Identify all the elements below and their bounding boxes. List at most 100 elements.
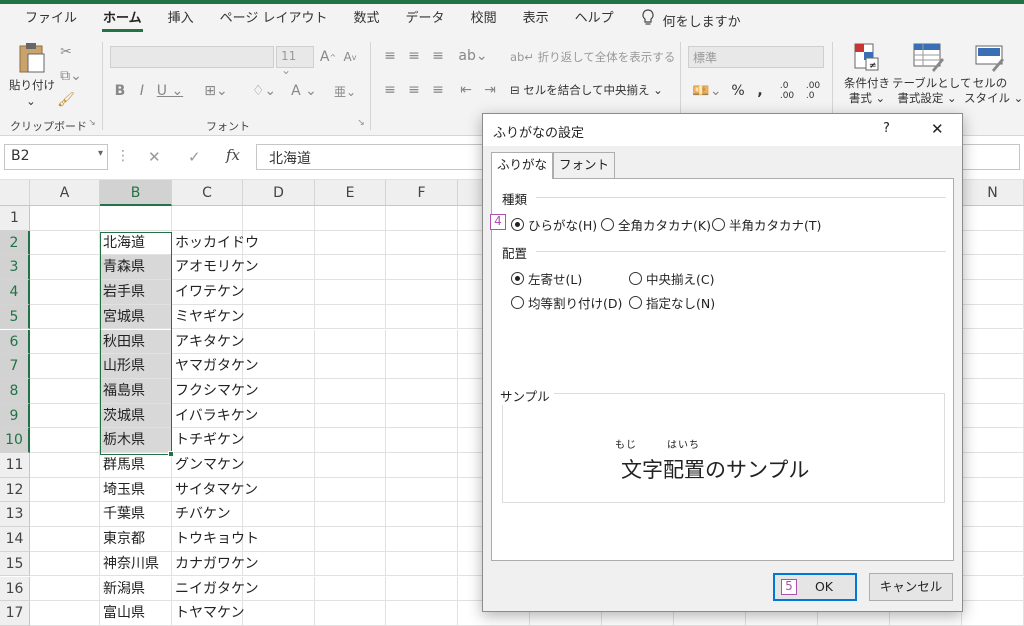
cell-reading[interactable]: フクシマケン	[172, 378, 259, 404]
radio-halfwidth-katakana[interactable]: 半角カタカナ(T)	[712, 215, 821, 234]
cell-prefecture[interactable]: 栃木県	[100, 428, 172, 453]
cell[interactable]	[315, 304, 386, 330]
top-align-icon[interactable]: ≡	[380, 46, 400, 66]
borders-icon[interactable]: ⊞⌄	[196, 80, 236, 102]
cell[interactable]	[315, 527, 386, 552]
cell[interactable]	[386, 502, 458, 528]
cell[interactable]	[386, 551, 458, 577]
cell-prefecture[interactable]: 神奈川県	[100, 551, 172, 577]
cell[interactable]	[386, 403, 458, 429]
wrap-text-button[interactable]: ab↵ 折り返して全体を表示する	[510, 50, 675, 65]
column-header-d[interactable]: D	[243, 180, 315, 206]
increase-font-icon[interactable]: A ^	[318, 46, 338, 68]
cell[interactable]	[30, 403, 100, 429]
row-header[interactable]: 17	[0, 601, 30, 626]
name-box-dropdown-icon[interactable]: ▾	[98, 148, 103, 159]
cell[interactable]	[962, 403, 1024, 429]
cell[interactable]	[243, 527, 315, 552]
tab-data[interactable]: データ	[393, 4, 458, 36]
row-header[interactable]: 1	[0, 206, 30, 231]
cell[interactable]	[243, 329, 315, 355]
cell[interactable]	[315, 477, 386, 503]
paste-label[interactable]: 貼り付け	[8, 78, 56, 93]
font-launcher-icon[interactable]: ↘	[355, 116, 367, 130]
cell-reading[interactable]: ニイガタケン	[172, 576, 259, 602]
cell[interactable]	[30, 304, 100, 330]
italic-icon[interactable]: I	[134, 80, 150, 102]
cell-reading[interactable]: サイタマケン	[172, 477, 258, 503]
cell[interactable]	[962, 551, 1024, 577]
font-name-select[interactable]	[110, 46, 274, 68]
row-header[interactable]: 5	[0, 304, 30, 330]
cell[interactable]	[315, 601, 386, 626]
cell[interactable]	[315, 453, 386, 478]
cell[interactable]	[386, 329, 458, 355]
increase-indent-icon[interactable]: ⇥	[480, 80, 500, 100]
cell-reading[interactable]: トチギケン	[172, 428, 245, 453]
help-button[interactable]: ?	[883, 121, 890, 136]
row-header[interactable]: 12	[0, 477, 30, 503]
phonetic-guide-icon[interactable]: 亜⌄	[328, 80, 362, 102]
cell[interactable]	[386, 428, 458, 453]
cell[interactable]	[386, 453, 458, 478]
percent-icon[interactable]: %	[728, 80, 748, 102]
cell[interactable]	[962, 280, 1024, 305]
column-header-c[interactable]: C	[172, 180, 243, 206]
decrease-font-icon[interactable]: Av	[340, 46, 360, 68]
tab-help[interactable]: ヘルプ	[562, 4, 627, 36]
column-header-e[interactable]: E	[315, 180, 386, 206]
radio-align-left[interactable]: 左寄せ(L)	[511, 269, 582, 288]
paste-dropdown-icon[interactable]: ⌄	[24, 94, 38, 109]
column-header-n[interactable]: N	[962, 180, 1024, 206]
merge-center-button[interactable]: ⊟ セルを結合して中央揃え ⌄	[510, 83, 663, 98]
row-header[interactable]: 10	[0, 428, 30, 453]
cell[interactable]	[315, 329, 386, 355]
cell[interactable]	[30, 230, 100, 256]
cell[interactable]	[386, 378, 458, 404]
row-header[interactable]: 6	[0, 329, 30, 355]
format-painter-icon[interactable]: 🖌	[56, 90, 76, 110]
tab-font[interactable]: フォント	[553, 152, 615, 178]
cut-icon[interactable]: ✂	[56, 42, 76, 62]
enter-icon[interactable]: ✓	[188, 148, 201, 166]
cell[interactable]	[30, 601, 100, 626]
cell[interactable]	[243, 477, 315, 503]
radio-no-setting[interactable]: 指定なし(N)	[629, 293, 715, 312]
row-header[interactable]: 14	[0, 527, 30, 552]
cell[interactable]	[30, 329, 100, 355]
row-header[interactable]: 2	[0, 230, 30, 256]
cell[interactable]	[243, 230, 315, 256]
cell[interactable]	[243, 576, 315, 602]
number-format-select[interactable]: 標準	[688, 46, 824, 68]
cell[interactable]	[243, 255, 315, 281]
cell[interactable]	[386, 576, 458, 602]
tab-view[interactable]: 表示	[510, 4, 562, 36]
cell[interactable]	[315, 280, 386, 305]
name-box[interactable]: B2 ▾	[4, 144, 108, 170]
tab-insert[interactable]: 挿入	[155, 4, 207, 36]
cell[interactable]	[315, 378, 386, 404]
tab-file[interactable]: ファイル	[12, 4, 90, 36]
tab-home[interactable]: ホーム	[90, 4, 155, 36]
cell[interactable]	[962, 527, 1024, 552]
cell-reading[interactable]: アキタケン	[172, 329, 245, 355]
row-header[interactable]: 3	[0, 255, 30, 281]
cell-reading[interactable]: アオモリケン	[172, 255, 259, 281]
close-button[interactable]: ✕	[931, 120, 944, 138]
copy-icon[interactable]: ⧉⌄	[56, 66, 86, 86]
row-header[interactable]: 13	[0, 502, 30, 528]
cell-prefecture[interactable]: 埼玉県	[100, 477, 172, 503]
cell[interactable]	[962, 453, 1024, 478]
cell[interactable]	[962, 230, 1024, 256]
font-size-select[interactable]: 11 ⌄	[276, 46, 314, 77]
cell-styles-icon[interactable]	[974, 42, 1006, 76]
cell[interactable]	[30, 576, 100, 602]
cell[interactable]	[315, 255, 386, 281]
cell[interactable]	[386, 206, 458, 231]
fill-handle[interactable]	[168, 451, 174, 457]
tab-page-layout[interactable]: ページ レイアウト	[207, 4, 341, 36]
cell-prefecture[interactable]: 秋田県	[100, 329, 172, 355]
cell-reading[interactable]	[172, 206, 243, 231]
cell-prefecture[interactable]: 山形県	[100, 354, 172, 379]
align-right-icon[interactable]: ≡	[428, 80, 448, 100]
